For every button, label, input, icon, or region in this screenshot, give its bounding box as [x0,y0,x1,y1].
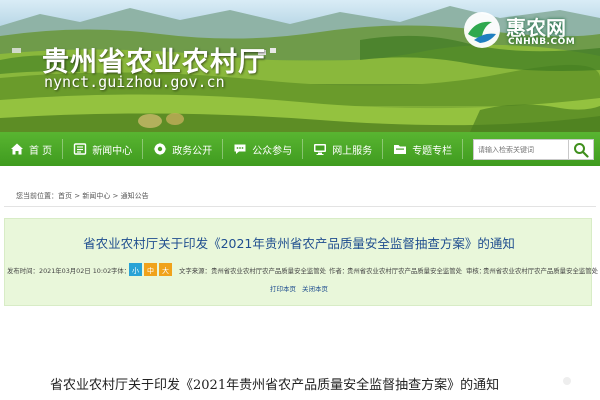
publish-date: 2021年03月02日 10:02 [39,267,112,275]
folder-icon [394,145,407,154]
nav-item-home[interactable]: 首 页 [0,132,64,166]
breadcrumb-link-notices[interactable]: 通知公告 [121,192,149,200]
monitor-icon [314,144,327,155]
publish-date-label: 发布时间： [7,267,39,275]
home-icon [11,143,23,155]
search-input[interactable] [473,139,569,160]
site-banner: 贵州省农业农村厅 nynct.guizhou.gov.cn 惠农网 CNHNB.… [0,0,600,132]
cnhnb-watermark: 惠农网 CNHNB.COM [462,8,594,52]
chat-icon [234,144,246,154]
font-size-small-label: 小 [132,267,139,275]
nav-label: 网上服务 [332,145,373,157]
breadcrumb-prefix: 您当前位置： [16,192,58,200]
nav-item-public-participation[interactable]: 公众参与 [223,132,304,166]
font-size-medium-button[interactable]: 中 [144,263,157,276]
article-title: 省农业农村厅关于印发《2021年贵州省农产品质量安全监督抽查方案》的通知 [83,236,515,251]
nav-item-news[interactable]: 新闻中心 [63,132,144,166]
nav-label: 政务公开 [172,145,213,157]
source-value: 贵州省农业农村厅农产品质量安全监管处 [211,267,327,275]
author-value: 贵州省农业农村厅农产品质量安全监管处 [347,267,463,275]
page-actions: 打印本页 关闭本页 [5,283,593,293]
news-icon [73,143,87,155]
watermark-subtitle: CNHNB.COM [508,37,576,47]
nav-label: 首 页 [29,145,53,157]
cnhnb-logo-icon [464,12,500,48]
author-label: 作者： [329,267,349,275]
article-header: 省农业农村厅关于印发《2021年贵州省农产品质量安全监督抽查方案》的通知 发布时… [4,218,598,306]
print-page-link[interactable]: 打印本页 [270,285,296,293]
nav-label: 公众参与 [252,145,293,157]
decorative-dot [563,377,571,385]
close-page-link[interactable]: 关闭本页 [302,285,328,293]
font-size-small-button[interactable]: 小 [129,263,142,276]
breadcrumb-link-home[interactable]: 首页 [58,192,72,200]
breadcrumb-separator: > [72,192,83,200]
nav-item-gov-affairs[interactable]: 政务公开 [143,132,224,166]
font-size-medium-label: 中 [147,267,154,275]
search-button[interactable] [569,139,594,160]
nav-item-special-topics[interactable]: 专题专栏 [383,132,464,166]
gear-icon [153,142,167,156]
nav-label: 新闻中心 [92,145,133,157]
search-icon [574,142,589,158]
breadcrumb: 您当前位置：首页 > 新闻中心 > 通知公告 [16,191,149,201]
breadcrumb-separator: > [110,192,121,200]
article-body-heading: 省农业农村厅关于印发《2021年贵州省农产品质量安全监督抽查方案》的通知 [50,378,500,393]
breadcrumb-link-news[interactable]: 新闻中心 [82,192,110,200]
nav-item-online-service[interactable]: 网上服务 [303,132,384,166]
site-domain: nynct.guizhou.gov.cn [44,73,225,91]
nav-label: 专题专栏 [412,145,453,157]
reviewer-value: 贵州省农业农村厅农产品质量安全监管处 [483,267,599,275]
font-size-large-button[interactable]: 大 [159,263,172,276]
source-label: 文字来源： [179,267,211,275]
breadcrumb-divider [4,206,596,207]
article-meta: 发布时间： 2021年03月02日 10:02 字体： 小 中 大 文字来源： … [5,263,598,279]
font-size-label: 字体： [111,267,131,275]
font-size-large-label: 大 [162,267,169,275]
